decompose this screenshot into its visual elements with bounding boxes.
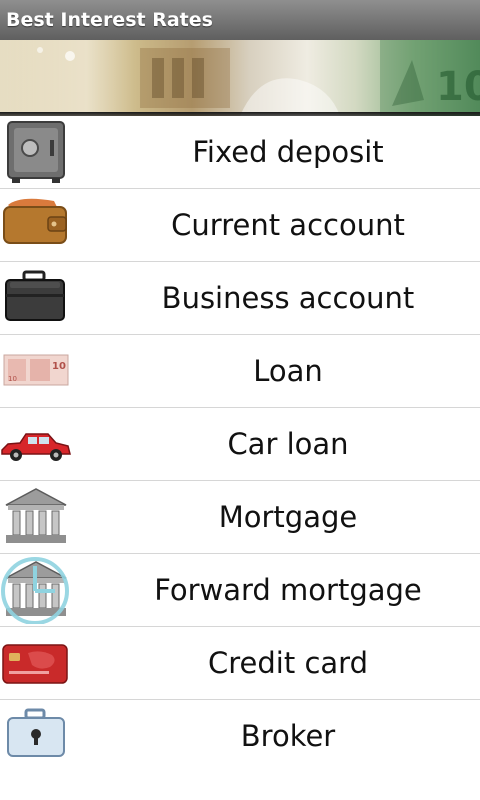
menu-item-fixed-deposit[interactable]: Fixed deposit — [0, 116, 480, 189]
euro-banknotes-banner: 10 — [0, 40, 480, 116]
bank-clock-icon — [0, 556, 72, 625]
menu-item-label: Current account — [171, 208, 405, 242]
banknote-icon: 10 10 — [0, 337, 72, 405]
menu-item-broker[interactable]: Broker — [0, 700, 480, 772]
menu-item-loan[interactable]: 10 10 Loan — [0, 335, 480, 408]
menu-item-label: Mortgage — [218, 500, 358, 534]
safe-icon — [0, 118, 72, 186]
svg-text:10: 10 — [436, 64, 480, 110]
menu-item-mortgage[interactable]: Mortgage — [0, 481, 480, 554]
wallet-icon — [0, 191, 72, 259]
menu-item-business-account[interactable]: Business account — [0, 262, 480, 335]
menu-item-label: Broker — [240, 719, 336, 753]
menu-item-label: Loan — [253, 354, 323, 388]
app-title: Best Interest Rates — [0, 0, 480, 40]
menu-item-label: Business account — [161, 281, 415, 315]
menu-item-credit-card[interactable]: Credit card — [0, 627, 480, 700]
menu-item-label: Fixed deposit — [192, 135, 384, 169]
svg-text:10: 10 — [52, 361, 66, 372]
menu-item-label: Forward mortgage — [154, 573, 422, 607]
menu-list: Fixed deposit Current account Business a… — [0, 116, 480, 772]
menu-item-car-loan[interactable]: Car loan — [0, 408, 480, 481]
banknote-artwork: 10 — [37, 40, 480, 116]
svg-text:10: 10 — [8, 375, 17, 383]
menu-item-label: Credit card — [208, 646, 368, 680]
credit-card-icon — [0, 629, 72, 697]
menu-item-forward-mortgage[interactable]: Forward mortgage — [0, 554, 480, 627]
bank-icon — [0, 483, 72, 551]
menu-item-current-account[interactable]: Current account — [0, 189, 480, 262]
menu-item-label: Car loan — [227, 427, 349, 461]
briefcase-icon — [0, 264, 72, 332]
locked-case-icon — [0, 702, 72, 770]
car-icon — [0, 410, 72, 478]
